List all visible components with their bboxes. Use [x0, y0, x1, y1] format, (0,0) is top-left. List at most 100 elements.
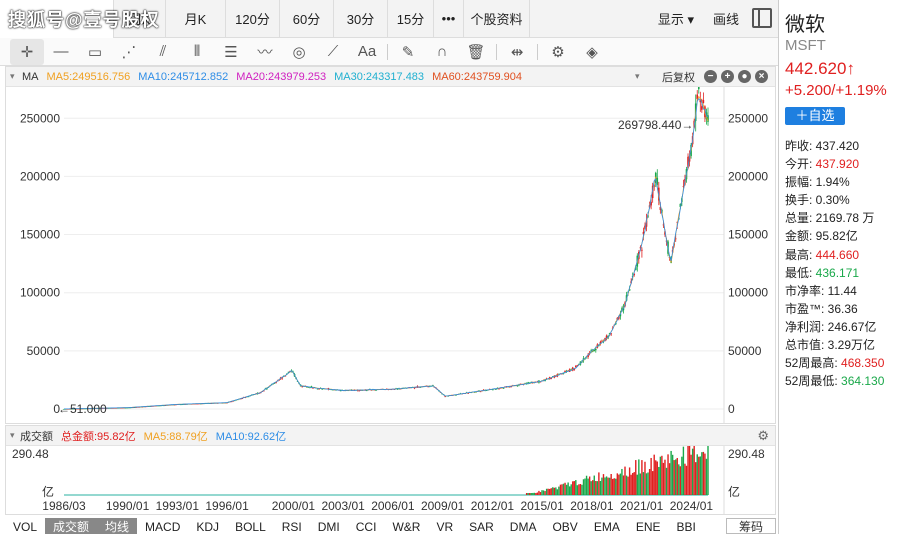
- toolbar-divider: [387, 43, 388, 60]
- volume-bar: [604, 477, 606, 495]
- volume-bar: [558, 486, 560, 495]
- chevron-down-icon[interactable]: ▾: [10, 430, 20, 441]
- text-tool-icon[interactable]: Aa: [350, 39, 384, 65]
- ma10-line: [63, 98, 709, 410]
- indicator-tab[interactable]: BBI: [669, 518, 704, 534]
- x-tick-label: 2000/01: [272, 499, 316, 513]
- settings-gear-icon[interactable]: ⚙: [541, 39, 575, 65]
- indicator-tab[interactable]: 均线: [97, 518, 138, 534]
- volume-bar: [630, 474, 632, 495]
- shift-icon[interactable]: ⇹: [500, 39, 534, 65]
- close-icon[interactable]: ×: [755, 70, 768, 83]
- x-tick-label: 2009/01: [421, 499, 465, 513]
- volume-bar: [673, 460, 675, 495]
- layout-toggle-icon[interactable]: [752, 8, 772, 28]
- volume-bar: [656, 461, 658, 495]
- indicator-tab[interactable]: CCI: [348, 518, 385, 534]
- period-tab[interactable]: 30分: [334, 0, 388, 38]
- volume-bar: [662, 462, 665, 495]
- volume-bar: [550, 488, 552, 495]
- draw-line-button[interactable]: 画线: [706, 0, 746, 38]
- volume-bar: [691, 448, 694, 495]
- indicator-tab[interactable]: BOLL: [227, 518, 274, 534]
- adjust-dropdown[interactable]: 后复权: [662, 69, 695, 85]
- volume-bar: [655, 460, 657, 495]
- gann-tool-icon[interactable]: ⟋: [316, 39, 350, 65]
- fibonacci-tool-icon[interactable]: ☰: [214, 39, 248, 65]
- quote-row: 最高: 444.660: [785, 246, 884, 264]
- volume-bar: [638, 459, 640, 495]
- volume-plot[interactable]: 290.48 290.48亿 亿1986/03 1990/01 1993/01 1996/…: [6, 446, 775, 514]
- layers-icon[interactable]: ◈: [575, 39, 609, 65]
- volume-bar: [613, 478, 615, 495]
- indicator-tab[interactable]: W&R: [384, 518, 428, 534]
- wave-tool-icon[interactable]: 〰: [248, 39, 282, 65]
- volume-panel[interactable]: ▾ 成交额 总金额:95.82亿 MA5:88.79亿 MA10:92.62亿 ⚙ …: [5, 425, 776, 515]
- rectangle-tool-icon[interactable]: ▭: [78, 39, 112, 65]
- reset-icon[interactable]: ●: [738, 70, 751, 83]
- period-tab[interactable]: 个股资料: [464, 0, 530, 38]
- price-chart-panel[interactable]: ▾ MA MA5:249516.756 MA10:245712.852 MA20:2…: [5, 66, 776, 424]
- volume-bar: [690, 454, 692, 495]
- indicator-tab[interactable]: DMA: [502, 518, 545, 534]
- period-tab[interactable]: 120分: [226, 0, 280, 38]
- zoom-in-icon[interactable]: +: [721, 70, 734, 83]
- indicator-tab[interactable]: SAR: [461, 518, 502, 534]
- trash-icon[interactable]: 🗑: [459, 39, 493, 65]
- add-watchlist-button[interactable]: ＋自选: [785, 107, 845, 125]
- quote-label: 52周最低:: [785, 374, 838, 389]
- channel-tool-icon[interactable]: ⫽: [146, 39, 180, 65]
- quote-row: 振幅: 1.94%: [785, 173, 884, 191]
- volume-bar: [601, 477, 603, 495]
- volume-bar: [527, 493, 529, 495]
- volume-settings-gear-icon[interactable]: ⚙: [757, 428, 769, 444]
- chevron-down-icon[interactable]: ▾: [635, 71, 645, 82]
- eraser-icon[interactable]: ✎: [391, 39, 425, 65]
- bars-tool-icon[interactable]: ⦀: [180, 39, 214, 65]
- volume-bar: [619, 473, 622, 495]
- indicator-tab[interactable]: MACD: [137, 518, 188, 534]
- price-plot[interactable]: 250000 250000 200000 200000 150000 150000 1000…: [6, 87, 775, 423]
- indicator-tab[interactable]: VOL: [5, 518, 45, 534]
- indicator-tab[interactable]: RSI: [274, 518, 310, 534]
- volume-bar: [555, 487, 557, 495]
- cycle-tool-icon[interactable]: ◎: [282, 39, 316, 65]
- volume-bar: [618, 474, 620, 495]
- indicator-tab[interactable]: DMI: [310, 518, 348, 534]
- x-tick-label: 2015/01: [520, 499, 564, 513]
- ma-label: MA: [22, 70, 39, 83]
- y-tick-label-right: 150000: [728, 228, 768, 242]
- stock-name: 微软: [785, 14, 825, 36]
- period-tab[interactable]: 月K: [166, 0, 226, 38]
- indicator-tab[interactable]: OBV: [544, 518, 585, 534]
- period-tab[interactable]: 60分: [280, 0, 334, 38]
- volume-bar: [639, 473, 642, 495]
- volume-bar: [682, 446, 685, 495]
- line-tool-icon[interactable]: —: [44, 39, 78, 65]
- period-tab[interactable]: •••: [434, 0, 464, 38]
- display-dropdown[interactable]: 显示 ▾: [646, 0, 706, 38]
- quote-label: 最高:: [785, 247, 813, 262]
- indicator-tab[interactable]: ENE: [628, 518, 669, 534]
- indicator-tab[interactable]: VR: [428, 518, 461, 534]
- y-tick-label-left: 150000: [20, 228, 60, 242]
- zoom-out-icon[interactable]: −: [704, 70, 717, 83]
- indicator-tab[interactable]: KDJ: [188, 518, 227, 534]
- volume-bar: [676, 457, 678, 495]
- indicator-tab[interactable]: EMA: [586, 518, 628, 534]
- fan-tool-icon[interactable]: ⋰: [112, 39, 146, 65]
- quote-value: 246.67亿: [824, 319, 877, 334]
- magnet-icon[interactable]: ∩: [425, 39, 459, 65]
- quote-label: 振幅:: [785, 175, 813, 190]
- crosshair-tool-icon[interactable]: ✛: [10, 38, 44, 65]
- period-tab[interactable]: 15分: [388, 0, 434, 38]
- quote-label: 总市值:: [785, 338, 825, 353]
- indicator-tab[interactable]: 成交额: [45, 518, 98, 534]
- quote-value: 11.44: [824, 283, 857, 298]
- chip-distribution-button[interactable]: 筹码: [726, 518, 776, 534]
- volume-bar: [599, 481, 602, 495]
- chevron-down-icon[interactable]: ▾: [10, 71, 20, 82]
- y-tick-label-left: 200000: [20, 169, 60, 183]
- x-tick-label: 2024/01: [670, 499, 714, 513]
- volume-bar: [707, 446, 709, 495]
